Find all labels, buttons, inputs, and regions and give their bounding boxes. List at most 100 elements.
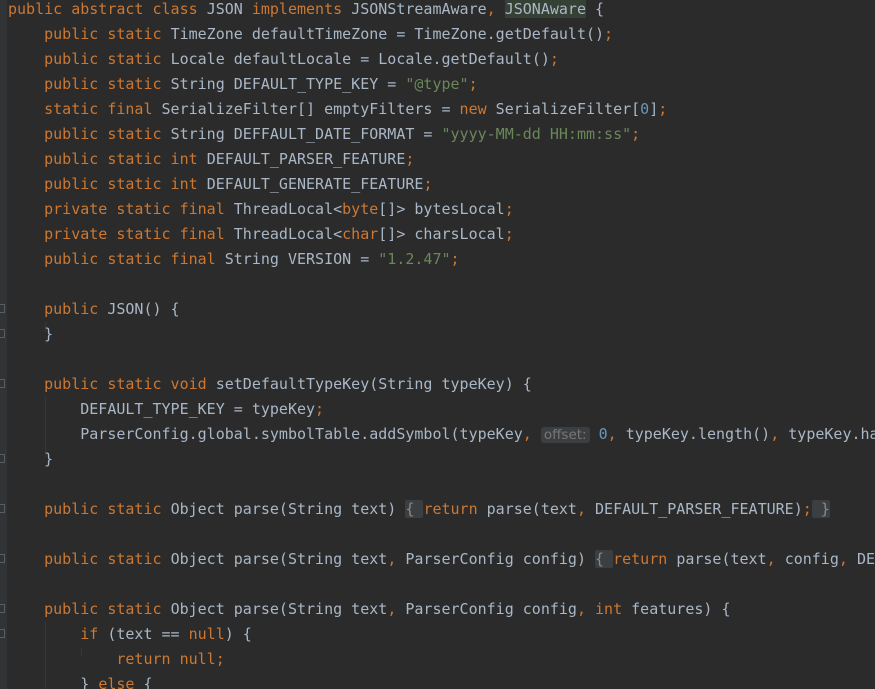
code-line[interactable]: public static final String VERSION = "1.… (8, 247, 460, 272)
code-line[interactable]: public static int DEFAULT_PARSER_FEATURE… (8, 147, 414, 172)
code-line[interactable]: public static Object parse(String text, … (8, 547, 875, 572)
parameter-hint: offset: (540, 427, 590, 443)
code-token: public (44, 300, 108, 318)
code-line[interactable]: } (8, 447, 53, 472)
code-line[interactable]: public static Locale defaultLocale = Loc… (8, 47, 559, 72)
code-token: , (486, 0, 505, 18)
code-token: if (80, 625, 108, 643)
code-token: .addSymbol(typeKey (360, 425, 523, 443)
code-token: public static int (44, 175, 207, 193)
code-line[interactable]: ParserConfig.global.symbolTable.addSymbo… (8, 422, 875, 447)
code-line[interactable]: } (8, 322, 53, 347)
code-token: , (387, 600, 406, 618)
code-line[interactable]: public static Object parse(String text) … (8, 497, 830, 522)
code-token: public static (44, 125, 171, 143)
fold-marker-icon[interactable] (0, 454, 5, 463)
code-token: ThreadLocal< (233, 225, 343, 243)
code-line[interactable]: if (text == null) { (8, 622, 252, 647)
code-token: ; (315, 400, 325, 418)
code-token: ThreadLocal< (233, 200, 343, 218)
code-token: String VERSION = (224, 250, 379, 268)
code-line[interactable]: static final SerializeFilter[] emptyFilt… (8, 97, 667, 122)
code-token: private static final (44, 225, 234, 243)
fold-marker-icon[interactable] (0, 329, 5, 338)
code-token: 0 (589, 425, 608, 443)
code-token: JSONAware (504, 0, 586, 18)
code-token: ; (468, 75, 478, 93)
code-token: () (531, 50, 550, 68)
code-line[interactable]: public JSON() { (8, 297, 179, 322)
code-token: Locale defaultLocale = Locale. (170, 50, 442, 68)
code-token: DEFAULT_PARSER_FEATURE (206, 150, 406, 168)
fold-marker-icon[interactable] (0, 504, 5, 513)
code-line[interactable]: DEFAULT_TYPE_KEY = typeKey; (8, 397, 324, 422)
code-token: } (8, 325, 54, 343)
code-token: return (423, 500, 487, 518)
code-token: getDefault (495, 25, 586, 43)
code-line[interactable]: private static final ThreadLocal<byte[]>… (8, 197, 514, 222)
code-token: } (8, 675, 99, 689)
fold-marker-icon[interactable] (0, 604, 5, 613)
code-token: ; (450, 250, 460, 268)
code-token: parse(text (676, 550, 767, 568)
code-token: symbolTable (260, 425, 361, 443)
code-token: config (784, 550, 839, 568)
code-token: DEFAULT_PARSER_FEATURE) (595, 500, 803, 518)
fold-marker-icon[interactable] (0, 304, 5, 313)
code-line[interactable]: public static TimeZone defaultTimeZone =… (8, 22, 613, 47)
code-token: SerializeFilter[ (495, 100, 641, 118)
code-token: static final (44, 100, 162, 118)
code-token: return (613, 550, 677, 568)
code-token: ; (405, 150, 415, 168)
code-line[interactable]: private static final ThreadLocal<char[]>… (8, 222, 514, 247)
code-line[interactable]: public static String DEFAULT_TYPE_KEY = … (8, 72, 478, 97)
code-token: public static (44, 600, 171, 618)
code-line[interactable]: public static void setDefaultTypeKey(Str… (8, 372, 532, 397)
code-line[interactable]: public static Object parse(String text, … (8, 597, 730, 622)
fold-marker-icon[interactable] (0, 379, 5, 388)
code-token: getDefault (441, 50, 532, 68)
code-token: ParserConfig. (8, 425, 198, 443)
code-line[interactable]: return null; (8, 647, 224, 672)
code-token: , (576, 500, 596, 518)
code-token: public static (44, 550, 171, 568)
code-token: JSONStreamAware (351, 0, 487, 18)
code-token: global (197, 425, 252, 443)
code-line[interactable]: } else { (8, 672, 152, 689)
code-token: , int (576, 600, 632, 618)
code-token: { (595, 550, 614, 568)
code-token: DEF (856, 550, 875, 568)
code-token: ParserConfig config (405, 600, 577, 618)
code-token: ; (604, 25, 614, 43)
code-token: public static (44, 500, 171, 518)
code-token: { (586, 0, 605, 18)
code-token: , (838, 550, 857, 568)
code-line[interactable]: public static String DEFFAULT_DATE_FORMA… (8, 122, 640, 147)
code-token: public static void (44, 375, 216, 393)
code-line[interactable]: public abstract class JSON implements JS… (8, 0, 604, 22)
code-token: ] (649, 100, 659, 118)
code-token: ; (549, 50, 559, 68)
code-token: , (770, 425, 789, 443)
code-token: ; (802, 500, 812, 518)
code-token: . (251, 425, 261, 443)
code-token: byte (342, 200, 379, 218)
code-token: null (188, 625, 225, 643)
code-token: ; (504, 200, 514, 218)
code-token: typeKey.ha (788, 425, 875, 443)
code-line[interactable]: public static int DEFAULT_GENERATE_FEATU… (8, 172, 432, 197)
fold-marker-icon[interactable] (0, 629, 5, 638)
code-token: , (522, 425, 541, 443)
code-token: ) { (224, 625, 252, 643)
fold-marker-icon[interactable] (0, 554, 5, 563)
code-editor[interactable]: public abstract class JSON implements JS… (0, 0, 875, 689)
